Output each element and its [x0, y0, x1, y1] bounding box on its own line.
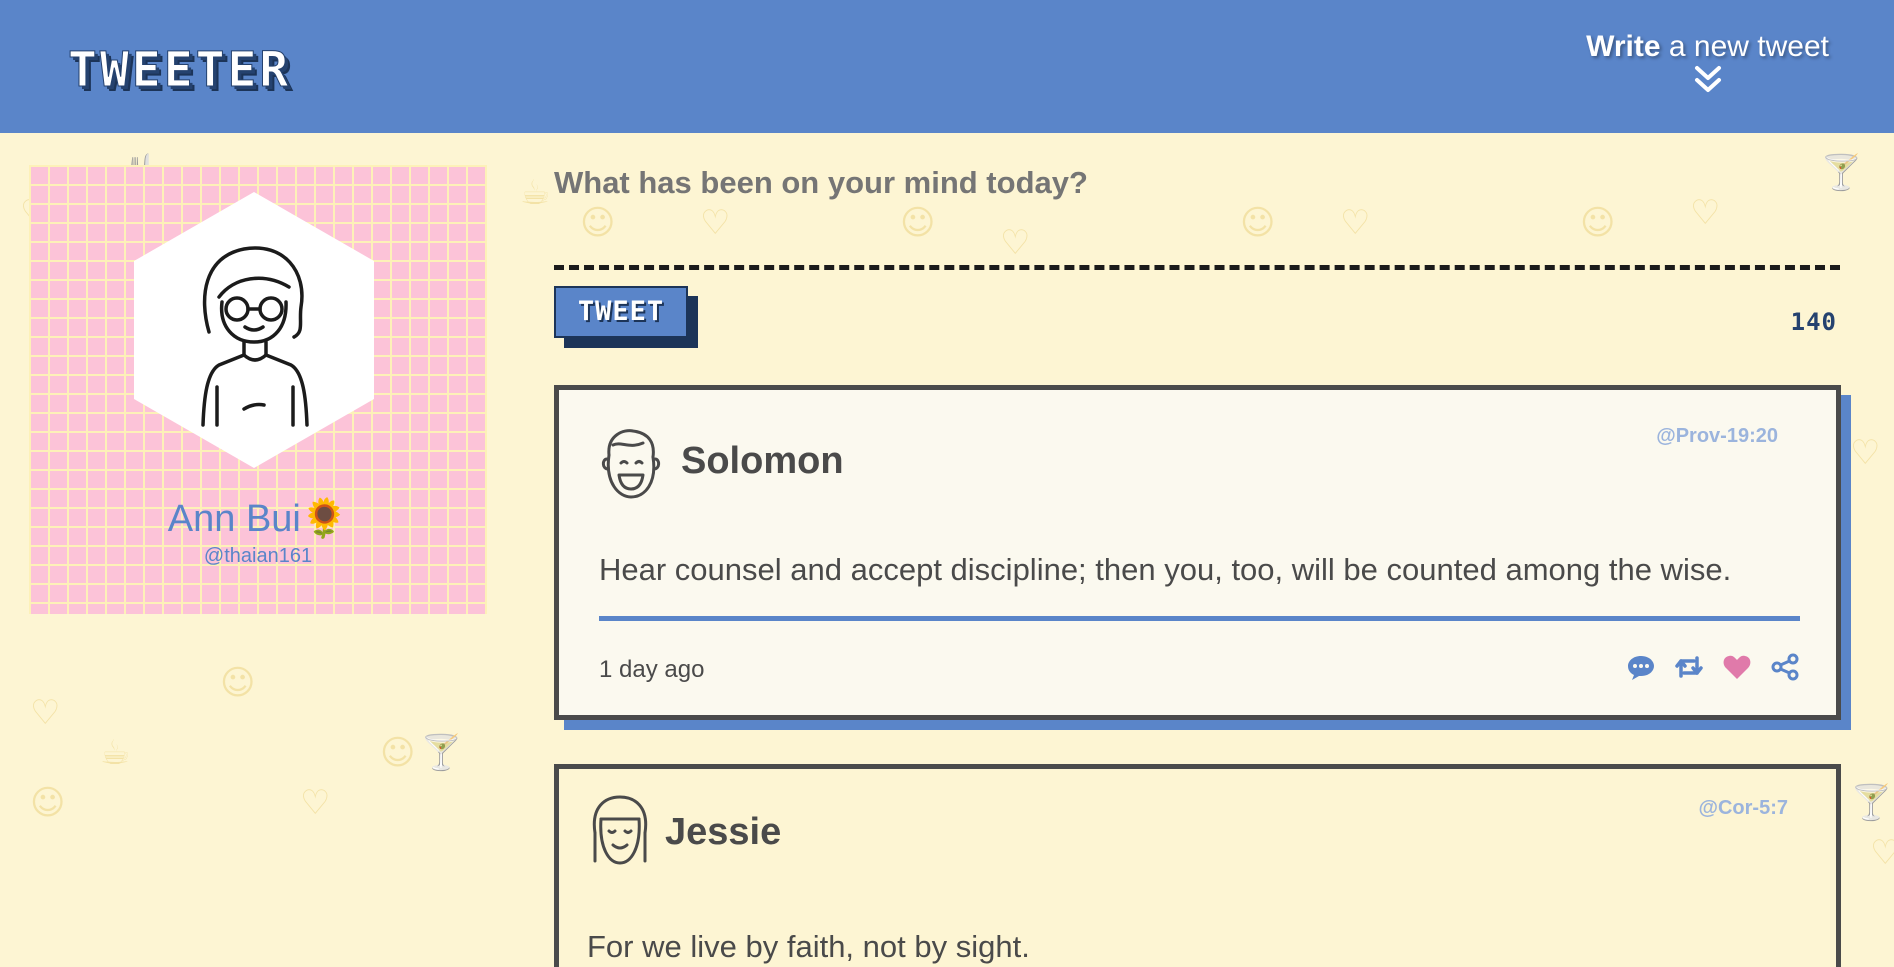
user-avatar-icon: [601, 429, 661, 499]
tweet-author: Jessie: [665, 811, 782, 853]
tweet-content: Hear counsel and accept discipline; then…: [599, 552, 1732, 587]
write-new-tweet-button[interactable]: Write a new tweet: [1586, 30, 1829, 96]
tweet-actions: [1626, 652, 1800, 682]
tweet-handle: @Prov-19:20: [1656, 425, 1778, 447]
tweet-card: Jessie @Cor-5:7 For we live by faith, no…: [554, 764, 1841, 967]
user-avatar-icon: [592, 795, 648, 865]
tweet-content: For we live by faith, not by sight.: [587, 929, 1030, 964]
profile-avatar-frame: [134, 192, 374, 468]
profile-handle: @thaian161: [203, 545, 313, 567]
tweet-card: Solomon @Prov-19:20 Hear counsel and acc…: [554, 385, 1841, 720]
tweet-timestamp: 1 day ago: [599, 656, 705, 683]
comment-icon[interactable]: [1626, 652, 1656, 682]
tweet-input[interactable]: [554, 165, 1840, 265]
profile-name: Ann Bui🌻: [167, 498, 349, 540]
profile-card: Ann Bui🌻 @thaian161: [29, 165, 487, 614]
tweet-author: Solomon: [681, 440, 844, 482]
tweet-submit-button[interactable]: TWEET: [554, 286, 688, 338]
double-chevron-down-icon: [1694, 66, 1721, 92]
tweet-handle: @Cor-5:7: [1698, 797, 1788, 819]
input-underline: [554, 265, 1840, 270]
heart-icon[interactable]: [1722, 652, 1752, 682]
retweet-icon[interactable]: [1674, 652, 1704, 682]
user-avatar-icon: [201, 246, 309, 427]
tweet-divider: [599, 616, 1800, 621]
character-counter: 140: [1790, 308, 1837, 336]
top-nav: TWEETER Write a new tweet: [0, 0, 1894, 133]
share-icon[interactable]: [1770, 652, 1800, 682]
logo: TWEETER: [67, 42, 292, 99]
compose-toggle-label: Write a new tweet: [1586, 30, 1829, 63]
